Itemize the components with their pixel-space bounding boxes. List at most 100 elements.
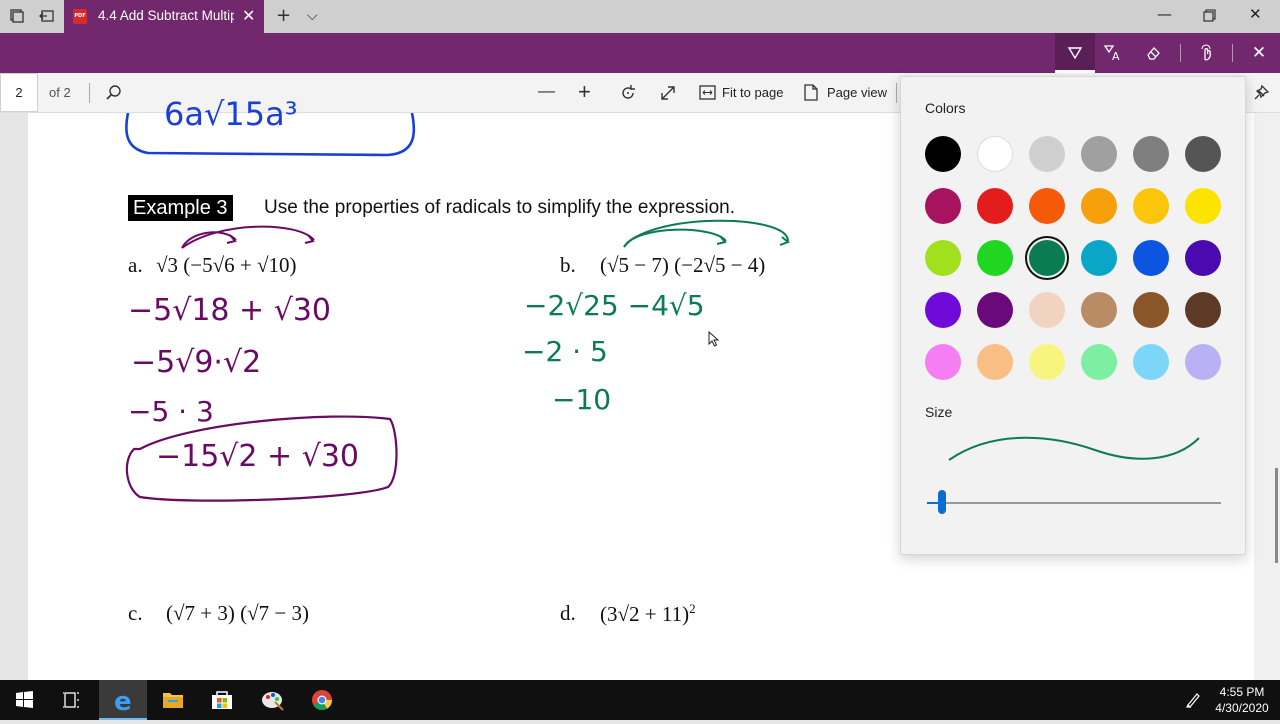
color-swatch[interactable] xyxy=(925,136,961,172)
close-ink-toolbar-icon[interactable]: ✕ xyxy=(1239,33,1279,73)
task-view-icon[interactable] xyxy=(48,680,96,720)
set-tabs-aside-icon[interactable] xyxy=(39,8,55,24)
color-swatch[interactable] xyxy=(925,292,961,328)
ink-top-partial: 6a√15a³ xyxy=(164,95,298,133)
color-swatch[interactable] xyxy=(1029,344,1065,380)
color-swatch[interactable] xyxy=(977,240,1013,276)
problem-c-label: c. xyxy=(128,601,143,625)
paint-app-icon[interactable] xyxy=(248,680,296,720)
color-swatch[interactable] xyxy=(977,344,1013,380)
tab-list-chevron-icon[interactable]: ⌵ xyxy=(307,8,318,24)
zoom-in-icon[interactable]: + xyxy=(578,79,591,105)
ink-options-flyout[interactable]: Colors Size xyxy=(900,76,1246,555)
system-clock[interactable]: 4:55 PM 4/30/2020 xyxy=(1210,684,1274,716)
page-number-input[interactable]: 2 xyxy=(0,73,38,112)
zoom-out-icon[interactable]: — xyxy=(538,81,555,101)
close-window-icon[interactable]: ✕ xyxy=(1249,5,1262,23)
problem-d-exponent: 2 xyxy=(689,601,696,616)
color-swatch[interactable] xyxy=(1029,136,1065,172)
windows-start-icon[interactable] xyxy=(0,680,48,720)
color-swatch[interactable] xyxy=(1133,344,1169,380)
color-swatch[interactable] xyxy=(977,292,1013,328)
stroke-preview xyxy=(948,436,1200,461)
color-swatch[interactable] xyxy=(1133,240,1169,276)
touch-writing-button[interactable] xyxy=(1187,33,1227,73)
taskbar-edge[interactable]: e xyxy=(99,680,147,720)
color-swatch[interactable] xyxy=(1029,292,1065,328)
vertical-scrollbar[interactable] xyxy=(1254,113,1280,680)
restore-icon[interactable] xyxy=(1203,9,1216,22)
color-swatch[interactable] xyxy=(1081,292,1117,328)
windows-ink-workspace-icon[interactable] xyxy=(1184,691,1202,709)
draw-pen-button[interactable] xyxy=(1055,33,1095,73)
color-swatch[interactable] xyxy=(1081,344,1117,380)
pen-icon xyxy=(1067,47,1083,60)
pin-toolbar-icon[interactable] xyxy=(1252,84,1270,102)
problem-a-expression: √3 (−5√6 + √10) xyxy=(156,253,297,277)
tab-actions-icon[interactable] xyxy=(9,8,25,24)
page-count: of 2 xyxy=(49,85,71,100)
rotate-icon[interactable] xyxy=(619,84,637,102)
color-swatch[interactable] xyxy=(1185,344,1221,380)
color-swatch[interactable] xyxy=(1185,136,1221,172)
active-tab[interactable]: PDF 4.4 Add Subtract Multip ✕ xyxy=(64,0,264,33)
color-swatch[interactable] xyxy=(1029,240,1065,276)
ink-a-step-1: −5√18 + √30 xyxy=(128,293,332,328)
pdf-file-icon: PDF xyxy=(73,9,87,24)
edge-browser-icon: e xyxy=(114,687,132,717)
full-screen-icon[interactable] xyxy=(659,84,677,102)
title-bar: PDF 4.4 Add Subtract Multip ✕ + ⌵ — ✕ xyxy=(0,0,1280,33)
color-swatch[interactable] xyxy=(977,188,1013,224)
size-label: Size xyxy=(925,404,953,420)
highlighter-icon: A xyxy=(1103,45,1120,63)
color-swatch[interactable] xyxy=(1029,188,1065,224)
color-swatch[interactable] xyxy=(1081,136,1117,172)
mouse-cursor-icon xyxy=(708,331,720,347)
microsoft-store-icon[interactable] xyxy=(198,680,246,720)
color-swatch[interactable] xyxy=(1185,292,1221,328)
color-swatch[interactable] xyxy=(977,136,1013,172)
ink-a-step-2: −5√9·√2 xyxy=(131,345,262,380)
minimize-icon[interactable]: — xyxy=(1157,5,1172,23)
clock-time: 4:55 PM xyxy=(1219,685,1265,699)
problem-b-expression: (√5 − 7) (−2√5 − 4) xyxy=(600,253,766,277)
new-tab-icon[interactable]: + xyxy=(276,5,291,26)
size-slider-track[interactable] xyxy=(927,502,1221,504)
eraser-button[interactable] xyxy=(1133,33,1173,73)
ink-b-step-2: −2 · 5 xyxy=(522,335,608,368)
search-icon[interactable] xyxy=(105,84,123,102)
color-swatch[interactable] xyxy=(1081,240,1117,276)
problem-a-label: a. xyxy=(128,253,143,277)
ink-toolbar: A ✕ xyxy=(0,33,1280,73)
color-swatch[interactable] xyxy=(1133,292,1169,328)
color-swatch[interactable] xyxy=(1133,136,1169,172)
highlighter-button[interactable]: A xyxy=(1093,33,1133,73)
touch-hand-icon xyxy=(1201,44,1211,61)
size-slider-thumb[interactable] xyxy=(937,490,946,514)
color-swatch[interactable] xyxy=(1185,188,1221,224)
color-swatch[interactable] xyxy=(1081,188,1117,224)
chrome-icon[interactable] xyxy=(298,680,346,720)
color-swatch[interactable] xyxy=(1185,240,1221,276)
color-swatch[interactable] xyxy=(1133,188,1169,224)
page-view-button[interactable]: Page view xyxy=(827,85,887,100)
page-view-icon xyxy=(804,84,818,101)
color-swatch[interactable] xyxy=(925,240,961,276)
ink-b-step-1: −2√25 −4√5 xyxy=(524,289,705,322)
ink-a-answer: −15√2 + √30 xyxy=(156,439,360,474)
scrollbar-thumb[interactable] xyxy=(1275,468,1278,563)
color-swatch[interactable] xyxy=(925,188,961,224)
fit-to-page-icon xyxy=(699,85,716,100)
problem-c-expression: (√7 + 3) (√7 − 3) xyxy=(166,601,309,625)
ink-a-step-3: −5 · 3 xyxy=(128,395,214,428)
problem-d-expression: (3√2 + 11)2 xyxy=(600,601,696,626)
color-swatch[interactable] xyxy=(925,344,961,380)
tab-title: 4.4 Add Subtract Multip xyxy=(98,8,234,23)
file-explorer-icon[interactable] xyxy=(149,680,197,720)
clock-date: 4/30/2020 xyxy=(1215,701,1269,715)
instruction-text: Use the properties of radicals to simpli… xyxy=(264,197,735,218)
close-tab-icon[interactable]: ✕ xyxy=(242,6,255,25)
fit-to-page-button[interactable]: Fit to page xyxy=(722,85,783,100)
svg-text:e: e xyxy=(114,687,132,717)
example-label: Example 3 xyxy=(128,195,233,221)
